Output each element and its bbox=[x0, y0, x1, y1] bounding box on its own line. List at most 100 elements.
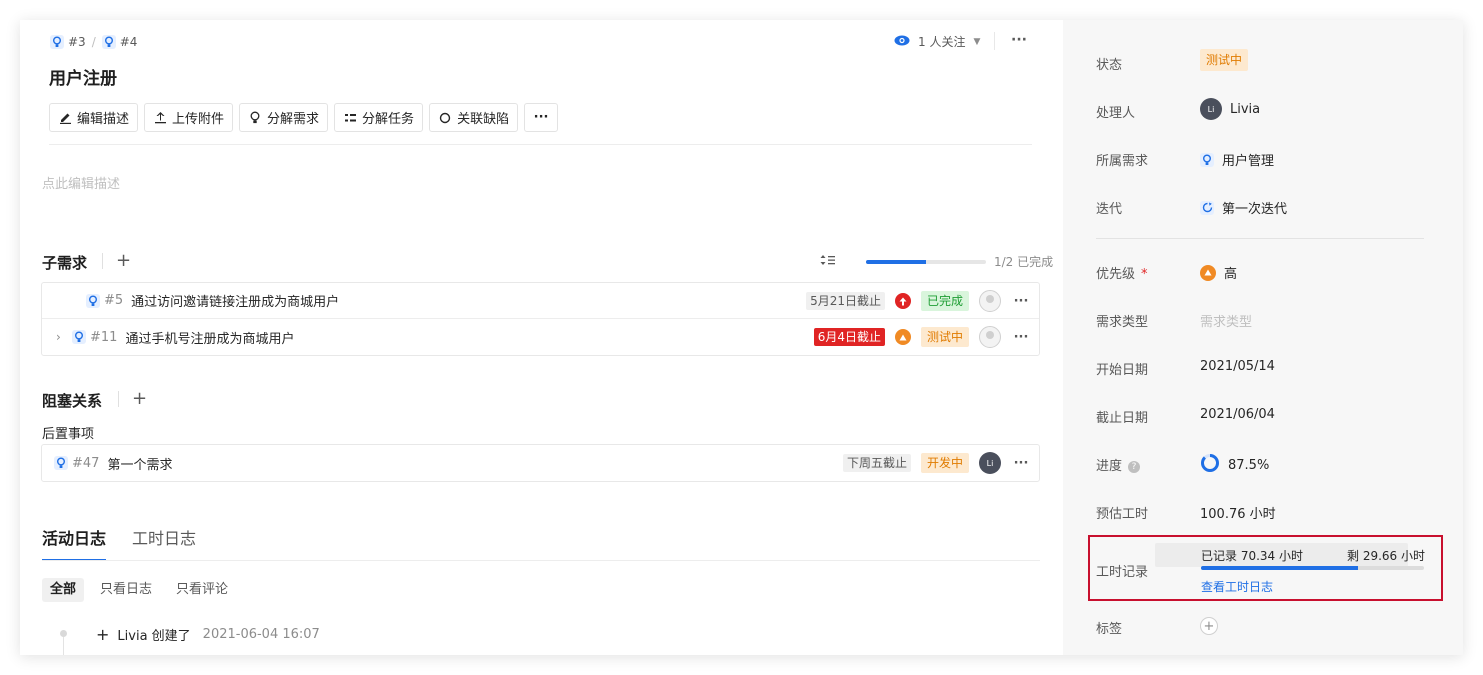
description-placeholder[interactable]: 点此编辑描述 bbox=[42, 173, 120, 192]
split-requirement-button[interactable]: 分解需求 bbox=[239, 103, 329, 132]
bug-icon bbox=[438, 111, 452, 125]
prop-label-req-type: 需求类型 bbox=[1096, 315, 1149, 330]
sort-icon[interactable] bbox=[820, 254, 836, 269]
divider bbox=[42, 560, 1040, 561]
subrequirement-progress: 1/2 已完成 bbox=[820, 253, 1053, 270]
watch-button[interactable]: 1 人关注 ▼ bbox=[894, 33, 980, 50]
help-icon[interactable]: ? bbox=[1128, 460, 1141, 473]
prop-label-tags: 标签 bbox=[1096, 622, 1123, 637]
avatar[interactable]: Li bbox=[979, 452, 1001, 474]
timeline-line bbox=[63, 637, 64, 655]
blocking-subtitle: 后置事项 bbox=[42, 427, 95, 442]
prop-req-type[interactable]: 需求类型 bbox=[1200, 311, 1252, 330]
priority-urgent-icon[interactable] bbox=[894, 293, 911, 309]
prop-label-start: 开始日期 bbox=[1096, 363, 1149, 378]
item-name[interactable]: 通过手机号注册成为商城用户 bbox=[125, 328, 294, 347]
breadcrumb-item-parent[interactable]: #3 bbox=[68, 35, 86, 49]
prop-assignee[interactable]: Li Livia bbox=[1200, 98, 1260, 120]
divider bbox=[102, 253, 103, 269]
required-star: * bbox=[1141, 267, 1148, 282]
add-tag-icon[interactable]: + bbox=[1200, 617, 1218, 635]
link-bug-label: 关联缺陷 bbox=[457, 112, 510, 127]
item-meta: 5月21日截止 已完成 ··· bbox=[806, 283, 1031, 319]
toolbar: 编辑描述 上传附件 分解需求 分解任务 关联缺陷 ··· bbox=[49, 103, 559, 132]
iteration-name: 第一次迭代 bbox=[1222, 202, 1288, 217]
tab-worklog[interactable]: 工时日志 bbox=[132, 525, 196, 561]
add-subrequirement-icon[interactable]: + bbox=[116, 252, 131, 270]
upload-icon bbox=[153, 111, 167, 125]
chevron-right-icon[interactable]: › bbox=[56, 330, 70, 344]
activity-text: Livia 创建了 bbox=[117, 629, 191, 644]
highlight-box bbox=[1088, 535, 1443, 601]
priority-label-text: 优先级 bbox=[1096, 267, 1136, 282]
requirement-icon bbox=[86, 293, 100, 308]
activity-filters: 全部 只看日志 只看评论 bbox=[42, 578, 236, 602]
item-name[interactable]: 第一个需求 bbox=[107, 454, 172, 473]
filter-comments-only[interactable]: 只看评论 bbox=[168, 578, 236, 602]
more-icon[interactable]: ··· bbox=[1011, 456, 1031, 471]
prop-label-estimate: 预估工时 bbox=[1096, 507, 1149, 522]
prop-status[interactable]: 测试中 bbox=[1200, 49, 1249, 71]
avatar[interactable] bbox=[979, 290, 1001, 312]
create-icon: + bbox=[96, 625, 110, 644]
item-meta: 6月4日截止 测试中 ··· bbox=[813, 319, 1031, 355]
breadcrumb-separator: / bbox=[91, 35, 96, 49]
prop-iteration[interactable]: 第一次迭代 bbox=[1200, 198, 1287, 217]
activity-entry: + Livia 创建了 2021-06-04 16:07 bbox=[96, 625, 320, 644]
toolbar-more-button[interactable]: ··· bbox=[524, 103, 559, 132]
pencil-icon bbox=[58, 111, 72, 125]
more-icon[interactable]: ··· bbox=[1011, 294, 1031, 309]
caret-down-icon: ▼ bbox=[973, 36, 981, 47]
breadcrumb: #3 / #4 bbox=[50, 34, 137, 50]
list-item[interactable]: #5 通过访问邀请链接注册成为商城用户 5月21日截止 已完成 ··· bbox=[42, 283, 1039, 319]
item-meta: 下周五截止 开发中 Li ··· bbox=[842, 445, 1031, 481]
split-task-button[interactable]: 分解任务 bbox=[334, 103, 424, 132]
progress-label: 1/2 已完成 bbox=[994, 255, 1054, 269]
divider bbox=[1096, 238, 1424, 239]
breadcrumb-item-current[interactable]: #4 bbox=[120, 35, 138, 49]
status-badge[interactable]: 测试中 bbox=[920, 327, 969, 347]
tab-activity-log[interactable]: 活动日志 bbox=[42, 525, 107, 561]
status-badge[interactable]: 测试中 bbox=[1200, 49, 1249, 71]
due-date-tag: 下周五截止 bbox=[842, 454, 911, 472]
add-blocking-icon[interactable]: + bbox=[132, 390, 147, 408]
upload-attachment-button[interactable]: 上传附件 bbox=[144, 103, 234, 132]
prop-start-date[interactable]: 2021/05/14 bbox=[1200, 359, 1275, 374]
prop-priority[interactable]: 高 bbox=[1200, 263, 1237, 282]
eye-icon bbox=[894, 35, 910, 49]
filter-all[interactable]: 全部 bbox=[42, 578, 85, 602]
link-bug-button[interactable]: 关联缺陷 bbox=[429, 103, 519, 132]
progress-ring-icon bbox=[1200, 453, 1220, 477]
edit-description-button[interactable]: 编辑描述 bbox=[49, 103, 139, 132]
prop-tags: + bbox=[1200, 617, 1218, 635]
due-date-tag: 6月4日截止 bbox=[813, 328, 885, 346]
requirement-icon bbox=[72, 330, 86, 344]
page-title: 用户注册 bbox=[49, 69, 117, 89]
activity-tabs: 活动日志 工时日志 bbox=[42, 525, 196, 561]
progress-bar bbox=[866, 259, 986, 264]
item-number: #11 bbox=[90, 329, 118, 345]
avatar: Li bbox=[1200, 98, 1222, 120]
more-icon[interactable]: ··· bbox=[1009, 32, 1029, 50]
priority-high-icon[interactable] bbox=[894, 329, 911, 345]
status-badge[interactable]: 开发中 bbox=[920, 453, 969, 473]
avatar[interactable] bbox=[979, 326, 1001, 348]
status-badge[interactable]: 已完成 bbox=[920, 291, 969, 311]
edit-description-label: 编辑描述 bbox=[77, 112, 130, 127]
more-icon[interactable]: ··· bbox=[1011, 330, 1031, 345]
upload-attachment-label: 上传附件 bbox=[172, 112, 225, 127]
requirement-icon bbox=[101, 35, 116, 49]
split-requirement-label: 分解需求 bbox=[267, 112, 320, 127]
subrequirement-list: #5 通过访问邀请链接注册成为商城用户 5月21日截止 已完成 ··· › #1… bbox=[41, 282, 1040, 356]
filter-logs-only[interactable]: 只看日志 bbox=[92, 578, 160, 602]
subrequirements-title: 子需求 bbox=[42, 254, 88, 272]
list-item[interactable]: #47 第一个需求 下周五截止 开发中 Li ··· bbox=[42, 445, 1039, 481]
main-panel: #3 / #4 1 人关注 ▼ ··· 用户注册 编辑描述 上传附件 分解需求 bbox=[20, 20, 1063, 655]
list-item[interactable]: › #11 通过手机号注册成为商城用户 6月4日截止 测试中 ··· bbox=[42, 319, 1039, 355]
prop-progress[interactable]: 87.5% bbox=[1200, 453, 1269, 477]
more-icon: ··· bbox=[533, 110, 549, 125]
prop-estimate[interactable]: 100.76 小时 bbox=[1200, 503, 1276, 522]
prop-parent[interactable]: 用户管理 bbox=[1200, 150, 1274, 169]
prop-due-date[interactable]: 2021/06/04 bbox=[1200, 407, 1275, 422]
item-name[interactable]: 通过访问邀请链接注册成为商城用户 bbox=[131, 291, 339, 310]
